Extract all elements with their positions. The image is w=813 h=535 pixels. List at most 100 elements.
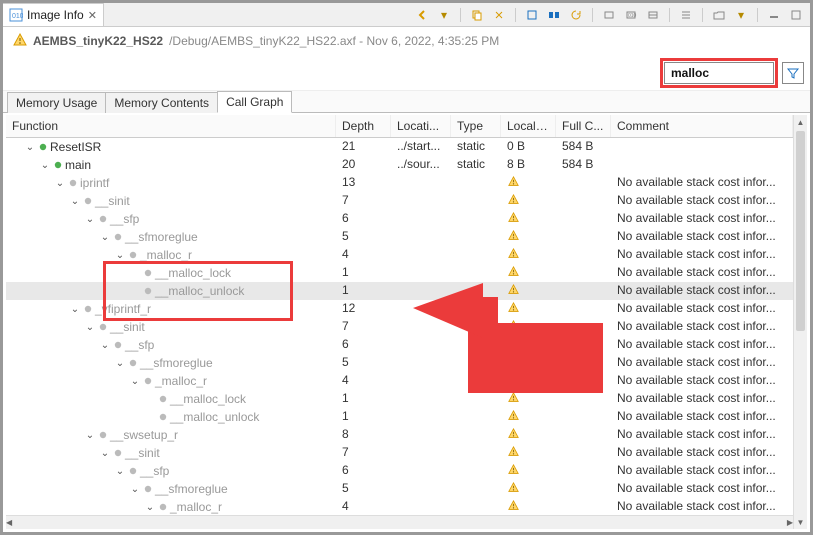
- expand-toggle-icon[interactable]: ⌄: [144, 502, 156, 513]
- expand-toggle-icon[interactable]: ⌄: [69, 304, 81, 315]
- scroll-up-icon[interactable]: ▲: [794, 115, 807, 129]
- maximize-icon[interactable]: [788, 7, 804, 23]
- minimize-icon[interactable]: [766, 7, 782, 23]
- table-row[interactable]: ⌄__sinit7No available stack cost infor..…: [6, 192, 793, 210]
- expand-toggle-icon[interactable]: ⌄: [69, 196, 81, 207]
- cell: [451, 300, 501, 318]
- table-row[interactable]: ⌄__sinit7No available stack cost infor..…: [6, 318, 793, 336]
- cell: [391, 336, 451, 354]
- horizontal-scrollbar[interactable]: ◀ ▶: [6, 515, 793, 529]
- cell: [501, 246, 556, 264]
- table-row[interactable]: ⌄__sfp6No available stack cost infor...: [6, 462, 793, 480]
- config2-icon[interactable]: [546, 7, 562, 23]
- view-tab-image-info[interactable]: 010 Image Info ✕: [3, 3, 104, 26]
- warning-icon: [507, 175, 519, 187]
- expand-toggle-icon[interactable]: ⌄: [114, 358, 126, 369]
- table-row[interactable]: ⌄iprintf13No available stack cost infor.…: [6, 174, 793, 192]
- comment-cell: No available stack cost infor...: [611, 300, 793, 318]
- col-local[interactable]: Local ...: [501, 115, 556, 137]
- col-location[interactable]: Locati...: [391, 115, 451, 137]
- table-row[interactable]: ⌄__sinit7No available stack cost infor..…: [6, 444, 793, 462]
- table-row[interactable]: ⌄_malloc_r4No available stack cost infor…: [6, 372, 793, 390]
- cell: [451, 372, 501, 390]
- list-icon[interactable]: [678, 7, 694, 23]
- col-depth[interactable]: Depth: [336, 115, 391, 137]
- warning-icon: [507, 355, 519, 367]
- mem2-icon[interactable]: 010: [623, 7, 639, 23]
- expand-toggle-icon[interactable]: ⌄: [39, 160, 51, 171]
- vertical-scrollbar[interactable]: ▲ ▼: [793, 115, 807, 529]
- expand-toggle-icon[interactable]: ⌄: [99, 232, 111, 243]
- scroll-left-icon[interactable]: ◀: [6, 518, 12, 527]
- cell: [556, 498, 611, 516]
- refresh-icon[interactable]: [568, 7, 584, 23]
- table-row[interactable]: ⌄main20../sour...static8 B584 B: [6, 156, 793, 174]
- search-input[interactable]: [664, 62, 774, 84]
- mem3-icon[interactable]: [645, 7, 661, 23]
- cell: [391, 462, 451, 480]
- cell: [501, 498, 556, 516]
- table-row[interactable]: __malloc_unlock1No available stack cost …: [6, 282, 793, 300]
- cell: [451, 282, 501, 300]
- tab-memory-usage[interactable]: Memory Usage: [7, 92, 106, 113]
- copy-icon[interactable]: [469, 7, 485, 23]
- mem1-icon[interactable]: [601, 7, 617, 23]
- function-gray-icon: [113, 341, 123, 349]
- table-row[interactable]: ⌄__sfmoreglue5No available stack cost in…: [6, 354, 793, 372]
- table-row[interactable]: ⌄__swsetup_r8No available stack cost inf…: [6, 426, 793, 444]
- tab-call-graph[interactable]: Call Graph: [217, 91, 292, 113]
- cell: 584 B: [556, 138, 611, 156]
- scroll-down-icon[interactable]: ▼: [794, 515, 807, 529]
- warning-icon: [507, 481, 519, 493]
- scroll-thumb[interactable]: [796, 131, 805, 331]
- col-function[interactable]: Function: [6, 115, 336, 137]
- cell: 4: [336, 372, 391, 390]
- expand-toggle-icon[interactable]: ⌄: [114, 466, 126, 477]
- expand-toggle-icon[interactable]: ⌄: [84, 322, 96, 333]
- table-row[interactable]: ⌄__sfmoreglue5No available stack cost in…: [6, 480, 793, 498]
- table-row[interactable]: ⌄__sfp6No available stack cost infor...: [6, 210, 793, 228]
- close-icon[interactable]: ✕: [88, 9, 97, 22]
- cell: 8 B: [501, 156, 556, 174]
- cell: [501, 426, 556, 444]
- warning-icon: [13, 33, 27, 50]
- col-comment[interactable]: Comment: [611, 115, 793, 137]
- expand-toggle-icon[interactable]: ⌄: [129, 484, 141, 495]
- col-type[interactable]: Type: [451, 115, 501, 137]
- expand-toggle-icon[interactable]: ⌄: [114, 250, 126, 261]
- table-row[interactable]: ⌄_vfiprintf_r12No available stack cost i…: [6, 300, 793, 318]
- table-row[interactable]: ⌄ResetISR21../start...static0 B584 B: [6, 138, 793, 156]
- scroll-right-icon[interactable]: ▶: [787, 518, 793, 527]
- table-row[interactable]: ⌄_malloc_r4No available stack cost infor…: [6, 498, 793, 516]
- expand-toggle-icon[interactable]: ⌄: [99, 448, 111, 459]
- expand-toggle-icon[interactable]: ⌄: [129, 376, 141, 387]
- filter-button[interactable]: [782, 62, 804, 84]
- folder-icon[interactable]: [711, 7, 727, 23]
- col-full[interactable]: Full C...: [556, 115, 611, 137]
- expand-toggle-icon[interactable]: ⌄: [99, 340, 111, 351]
- config1-icon[interactable]: [524, 7, 540, 23]
- cell: [556, 228, 611, 246]
- tab-memory-contents[interactable]: Memory Contents: [105, 92, 218, 113]
- table-row[interactable]: __malloc_unlock1No available stack cost …: [6, 408, 793, 426]
- function-gray-icon: [83, 305, 93, 313]
- compare-icon[interactable]: [491, 7, 507, 23]
- warning-icon: [507, 283, 519, 295]
- expand-toggle-icon[interactable]: ⌄: [84, 214, 96, 225]
- expand-toggle-icon[interactable]: ⌄: [24, 142, 36, 153]
- cell: [391, 498, 451, 516]
- table-row[interactable]: ⌄__sfp6No available stack cost infor...: [6, 336, 793, 354]
- expand-toggle-icon[interactable]: ⌄: [84, 430, 96, 441]
- cell: 5: [336, 228, 391, 246]
- cell: [556, 354, 611, 372]
- toolbar-menu-icon[interactable]: ▾: [733, 7, 749, 23]
- table-row[interactable]: ⌄__sfmoreglue5No available stack cost in…: [6, 228, 793, 246]
- nav-back-icon[interactable]: [414, 7, 430, 23]
- table-row[interactable]: ⌄_malloc_r4No available stack cost infor…: [6, 246, 793, 264]
- function-gray-icon: [128, 359, 138, 367]
- comment-cell: No available stack cost infor...: [611, 210, 793, 228]
- nav-fwd-icon[interactable]: ▾: [436, 7, 452, 23]
- table-row[interactable]: __malloc_lock1No available stack cost in…: [6, 264, 793, 282]
- expand-toggle-icon[interactable]: ⌄: [54, 178, 66, 189]
- table-row[interactable]: __malloc_lock1No available stack cost in…: [6, 390, 793, 408]
